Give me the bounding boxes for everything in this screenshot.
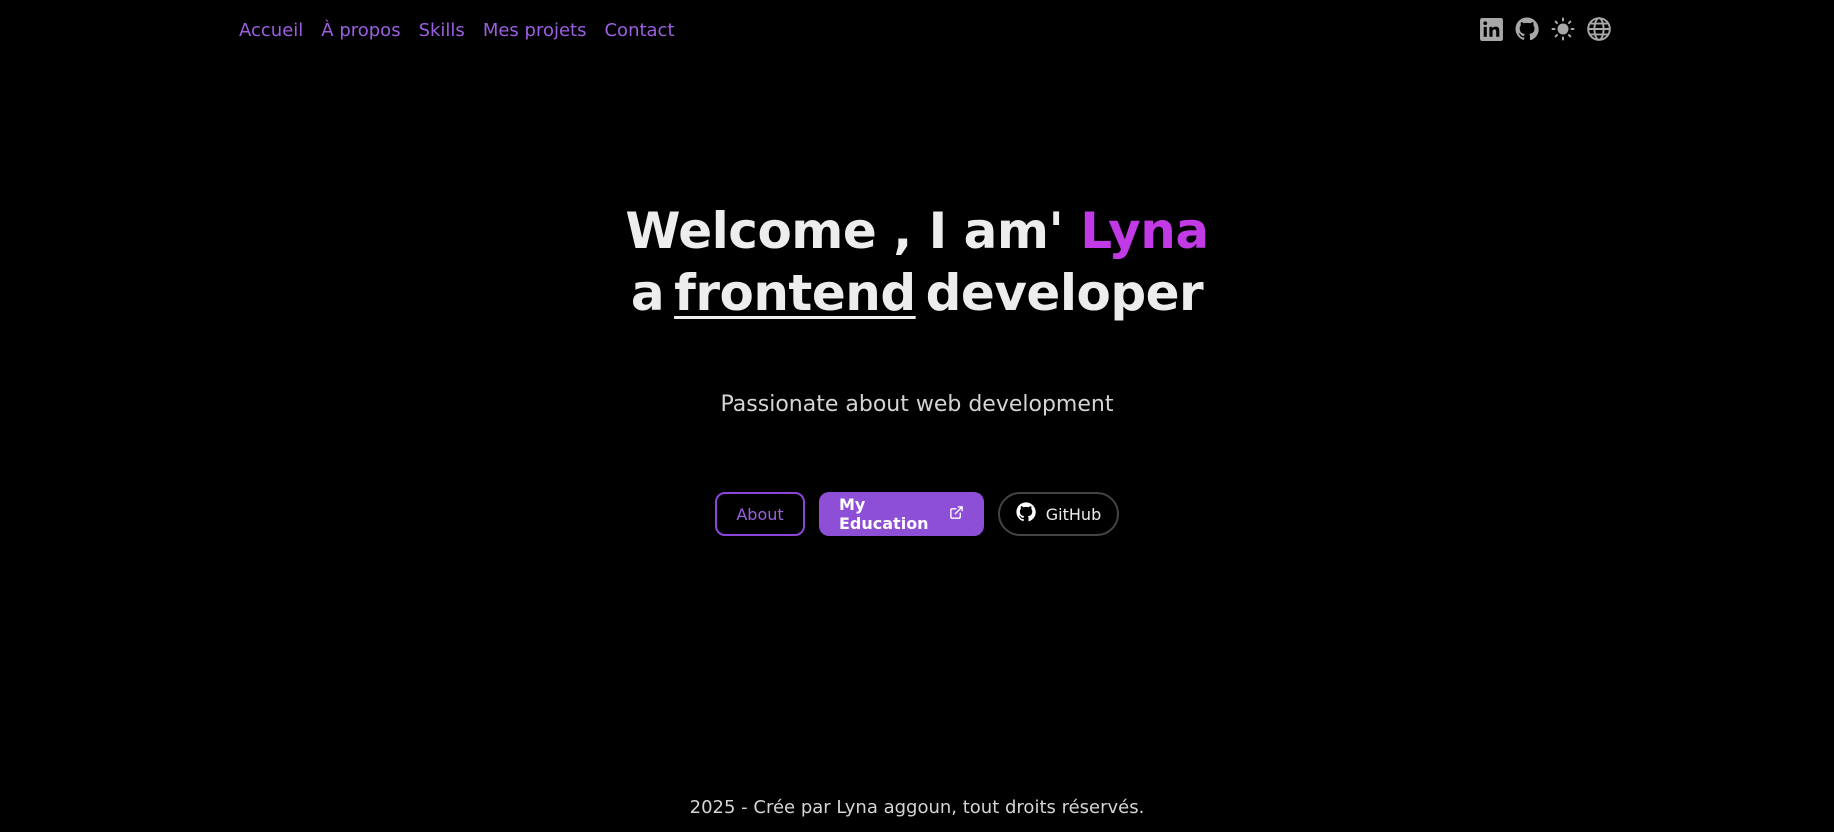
- hero-name: Lyna: [1080, 202, 1209, 260]
- nav-link-accueil[interactable]: Accueil: [239, 19, 303, 43]
- hero-buttons: About My Education GitHub: [0, 492, 1834, 536]
- about-button-label: About: [736, 504, 784, 524]
- education-button-label: My Education: [839, 495, 929, 533]
- github-button-icon: [1016, 502, 1036, 526]
- globe-icon[interactable]: [1586, 16, 1612, 42]
- hero-greeting: Welcome , I am': [625, 202, 1064, 260]
- github-icon[interactable]: [1514, 16, 1540, 42]
- hero-subtitle: Passionate about web development: [720, 392, 1114, 417]
- hero-article: a: [630, 264, 665, 322]
- top-nav: Accueil À propos Skills Mes projets Cont…: [239, 19, 693, 43]
- about-button[interactable]: About: [715, 492, 805, 536]
- linkedin-icon[interactable]: [1478, 16, 1504, 42]
- github-button[interactable]: GitHub: [998, 492, 1119, 536]
- hero-role: frontend: [674, 264, 916, 322]
- hero-role-suffix: developer: [925, 264, 1204, 322]
- nav-icons: [1478, 16, 1612, 42]
- nav-link-contact[interactable]: Contact: [604, 19, 674, 43]
- hero-title: Welcome , I am' Lyna a frontend developer: [0, 200, 1834, 324]
- footer-text: 2025 - Crée par Lyna aggoun, tout droits…: [689, 797, 1145, 818]
- nav-link-mes-projets[interactable]: Mes projets: [483, 19, 587, 43]
- nav-link-a-propos[interactable]: À propos: [321, 19, 400, 43]
- github-button-label: GitHub: [1045, 504, 1102, 524]
- page: Accueil À propos Skills Mes projets Cont…: [0, 0, 1834, 832]
- nav-link-skills[interactable]: Skills: [419, 19, 465, 43]
- external-link-icon: [949, 505, 964, 524]
- hero-section: Welcome , I am' Lyna a frontend developer: [0, 200, 1834, 324]
- education-button[interactable]: My Education: [819, 492, 984, 536]
- sun-icon[interactable]: [1550, 16, 1576, 42]
